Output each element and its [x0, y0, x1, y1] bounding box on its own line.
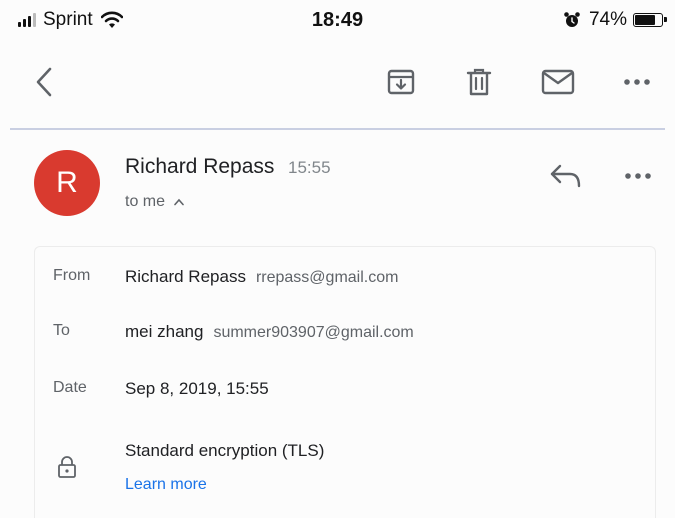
to-name: mei zhang [125, 322, 204, 341]
lock-icon [58, 456, 76, 478]
to-email[interactable]: summer903907@gmail.com [213, 324, 413, 341]
recipient-details-toggle[interactable]: to me [125, 193, 184, 211]
archive-icon [387, 69, 415, 95]
battery-percentage: 74% [588, 9, 627, 30]
status-bar: Sprint 18:49 74% [0, 0, 675, 42]
message-more-button[interactable] [620, 162, 656, 190]
battery-icon [633, 13, 667, 27]
status-right: 74% [563, 9, 667, 31]
from-value: Richard Repass rrepass@gmail.com [125, 267, 398, 287]
chevron-up-icon [174, 198, 184, 206]
back-icon [36, 67, 52, 97]
reply-button[interactable] [548, 162, 584, 190]
reply-icon [550, 164, 581, 188]
date-value: Sep 8, 2019, 15:55 [125, 379, 269, 398]
delete-button[interactable] [461, 64, 497, 100]
to-label: To [53, 322, 70, 339]
encryption-status: Standard encryption (TLS) [125, 441, 325, 460]
message-time: 15:55 [288, 158, 331, 177]
email-toolbar [0, 52, 675, 112]
more-icon [625, 173, 651, 179]
from-email[interactable]: rrepass@gmail.com [256, 269, 399, 286]
archive-button[interactable] [383, 64, 419, 100]
mark-unread-button[interactable] [540, 64, 576, 100]
mail-icon [541, 69, 575, 95]
recipient-summary: to me [125, 193, 166, 210]
alarm-icon [564, 12, 580, 27]
sender-name: Richard Repass [125, 155, 275, 178]
more-options-button[interactable] [619, 64, 655, 100]
more-icon [624, 79, 650, 85]
avatar-letter: R [56, 166, 78, 199]
sender-avatar[interactable]: R [34, 150, 100, 216]
trash-icon [466, 68, 492, 96]
email-detail-screen: Sprint 18:49 74% R Richard Repass 15:55 … [0, 0, 675, 518]
to-value: mei zhang summer903907@gmail.com [125, 322, 414, 342]
learn-more-link[interactable]: Learn more [125, 476, 207, 494]
toolbar-divider [10, 128, 665, 130]
back-button[interactable] [26, 64, 62, 100]
from-name: Richard Repass [125, 267, 246, 286]
date-label: Date [53, 379, 87, 396]
from-label: From [53, 267, 91, 284]
